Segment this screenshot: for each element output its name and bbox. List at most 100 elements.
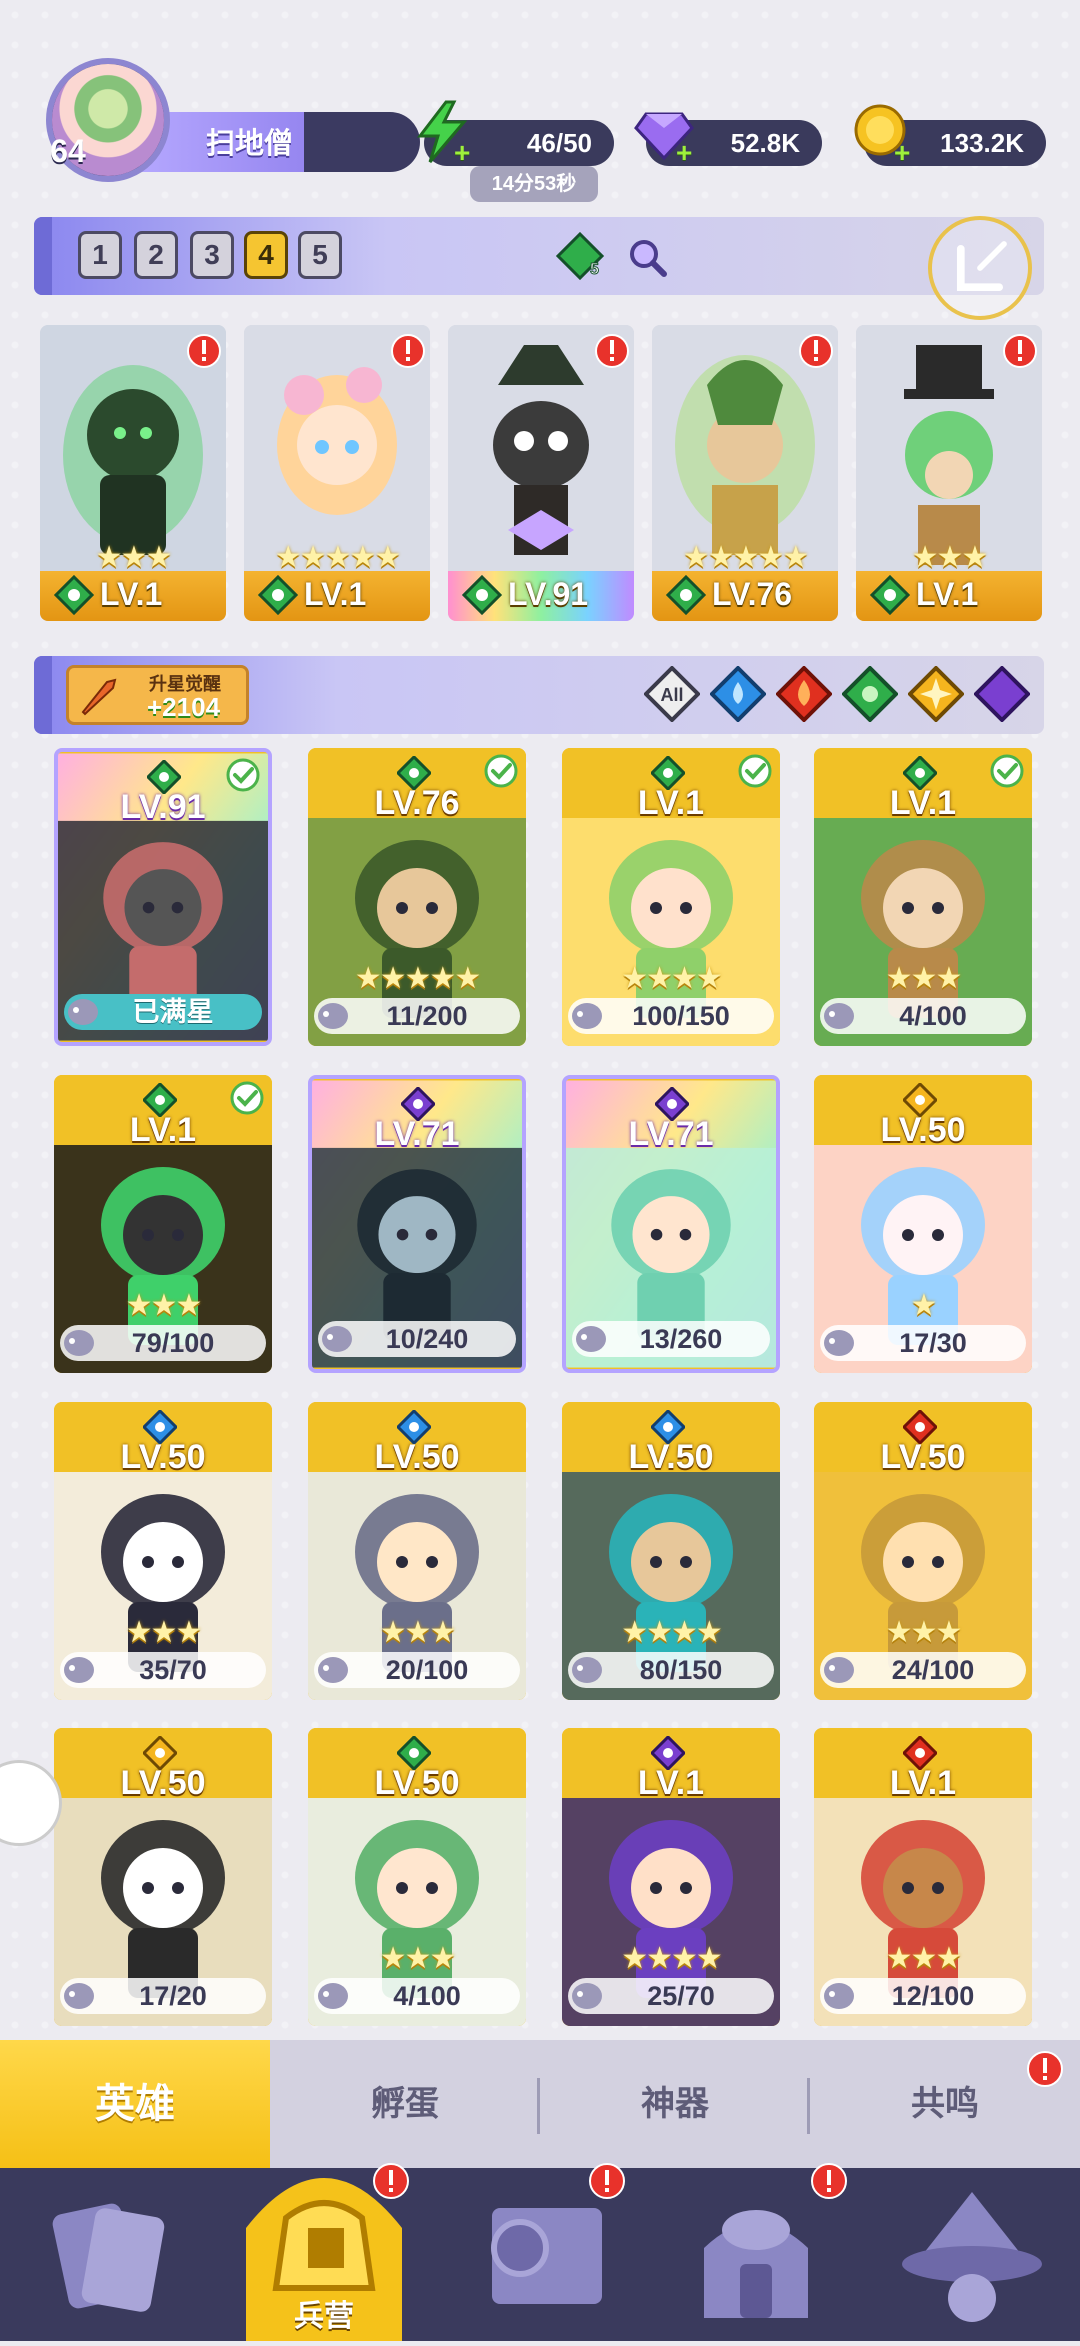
green-element-icon [651,756,685,790]
hero-card[interactable]: LV.50 ★★★ 4/100 [308,1728,526,2026]
wind-gem-icon[interactable]: 5 [556,232,604,280]
star-rating: ★★★ [885,962,963,995]
hero-card[interactable]: LV.50 ★★★ 20/100 [308,1402,526,1700]
soul-progress-bar: 25/70 [568,1978,774,2014]
star-rating: ★★★ [379,1942,457,1975]
hero-card[interactable]: LV.1 ★★★ 4/100 [814,748,1032,1046]
hero-card[interactable]: LV.71 13/260 [562,1075,780,1373]
energy-value: 46/50 [526,128,592,158]
soul-progress-bar: 已满星 [64,994,262,1030]
plus-icon[interactable]: + [894,139,916,167]
hero-level: LV.76 [712,576,793,612]
gem-count: 5 [590,261,599,278]
tab-artifact[interactable]: 神器 [540,2040,810,2172]
team-card-1[interactable]: ★★★ LV.1 [40,325,226,621]
green-element-icon [143,1083,177,1117]
gem-counter[interactable]: + 52.8K [634,112,822,167]
plus-icon[interactable]: + [454,139,476,167]
soul-progress-text: 12/100 [891,1981,975,2011]
alert-icon [811,2163,847,2199]
soul-progress-bar: 80/150 [568,1652,774,1688]
hero-card[interactable]: LV.1 ★★★★ 100/150 [562,748,780,1046]
star-rating: ★★★★ [621,1616,723,1649]
hero-card[interactable]: LV.76 ★★★★★ 11/200 [308,748,526,1046]
nav-barracks-label: 兵营 [294,2300,354,2333]
search-icon[interactable] [624,234,670,280]
water-filter-icon[interactable] [710,666,766,722]
player-name: 扫地僧 [206,128,294,160]
hero-level: LV.91 [508,576,589,612]
soul-progress-bar: 4/100 [314,1978,520,2014]
soul-progress-text: 已满星 [132,997,214,1027]
soul-progress-bar: 12/100 [820,1978,1026,2014]
soul-progress-bar: 20/100 [314,1652,520,1688]
star-rating: ★★★★★ [354,962,481,995]
dark-element-icon [655,1087,689,1121]
soul-progress-bar: 100/150 [568,998,774,1034]
hero-card[interactable]: LV.91 已满星 [54,748,272,1046]
soul-progress-bar: 13/260 [572,1321,770,1357]
star-awaken-button[interactable]: 升星觉醒 +2104 [66,665,249,725]
soul-progress-bar: 79/100 [60,1325,266,1361]
star-rating: ★★★ [911,541,989,574]
checkmark-icon [230,1081,264,1115]
soul-progress-text: 35/70 [139,1655,207,1685]
hero-card[interactable]: LV.50 17/20 [54,1728,272,2026]
hero-card[interactable]: LV.50 ★★★★ 80/150 [562,1402,780,1700]
hero-card[interactable]: LV.50 ★★★ 35/70 [54,1402,272,1700]
energy-counter[interactable]: + 46/50 [416,100,614,167]
player-profile[interactable]: 64 扫地僧 [38,58,420,182]
nav-shrine[interactable] [648,2163,864,2341]
water-element-icon [651,1410,685,1444]
team-slot-3[interactable]: 3 [190,231,234,279]
star-rating: ★★★ [125,1289,203,1322]
checkmark-icon [990,754,1024,788]
star-rating: ★★★ [125,1616,203,1649]
soul-progress-text: 20/100 [385,1655,469,1685]
filter-all-icon[interactable]: All [644,666,700,722]
team-slot-2[interactable]: 2 [134,231,178,279]
hero-card[interactable]: LV.1 ★★★ 12/100 [814,1728,1032,2026]
wind-filter-icon[interactable] [842,666,898,722]
star-rating: ★★★★★ [682,541,809,574]
dark-element-icon [401,1087,435,1121]
dark-element-icon [651,1736,685,1770]
team-slot-4[interactable]: 4 [244,231,288,279]
nav-wizard[interactable] [864,2168,1080,2341]
tab-hatch[interactable]: 孵蛋 [270,2040,540,2172]
hero-card[interactable]: LV.50 ★★★ 24/100 [814,1402,1032,1700]
nav-map[interactable] [432,2163,648,2341]
star-rating: ★★★ [885,1616,963,1649]
team-card-4[interactable]: ★★★★★ LV.76 [652,325,838,621]
gold-value: 133.2K [940,128,1024,158]
team-slot-5[interactable]: 5 [298,231,342,279]
team-card-5[interactable]: ★★★ LV.1 [856,325,1042,621]
soul-progress-bar: 35/70 [60,1652,266,1688]
soul-progress-text: 100/150 [632,1001,730,1031]
gold-counter[interactable]: + 133.2K [854,104,1046,167]
soul-progress-text: 17/20 [139,1981,207,2011]
fire-filter-icon[interactable] [776,666,832,722]
nav-cards[interactable] [0,2168,216,2341]
player-level: 64 [50,133,86,169]
green-element-icon [147,760,181,794]
green-element-icon [397,756,431,790]
team-slot-1[interactable]: 1 [78,231,122,279]
hero-card[interactable]: LV.1 ★★★★ 25/70 [562,1728,780,2026]
hero-card[interactable]: LV.71 10/240 [308,1075,526,1373]
sword-icon [81,678,117,716]
hero-card[interactable]: LV.50 ★ 17/30 [814,1075,1032,1373]
bottom-tabs: 英雄 孵蛋 神器 共鸣 [0,2040,1080,2172]
hero-card[interactable]: LV.1 ★★★ 79/100 [54,1075,272,1373]
team-card-2[interactable]: ★★★★★ LV.1 [244,325,430,621]
dark-filter-icon[interactable] [974,666,1030,722]
light-filter-icon[interactable] [908,666,964,722]
nav-barracks[interactable]: 兵营 [216,2163,432,2341]
hero-level: LV.1 [100,576,163,612]
hero-level: LV.1 [304,576,367,612]
tab-heroes[interactable]: 英雄 [0,2040,270,2172]
plus-icon[interactable]: + [676,139,698,167]
history-button[interactable] [928,216,1032,320]
team-card-3[interactable]: LV.91 [448,325,634,621]
soul-progress-text: 80/150 [639,1655,723,1685]
